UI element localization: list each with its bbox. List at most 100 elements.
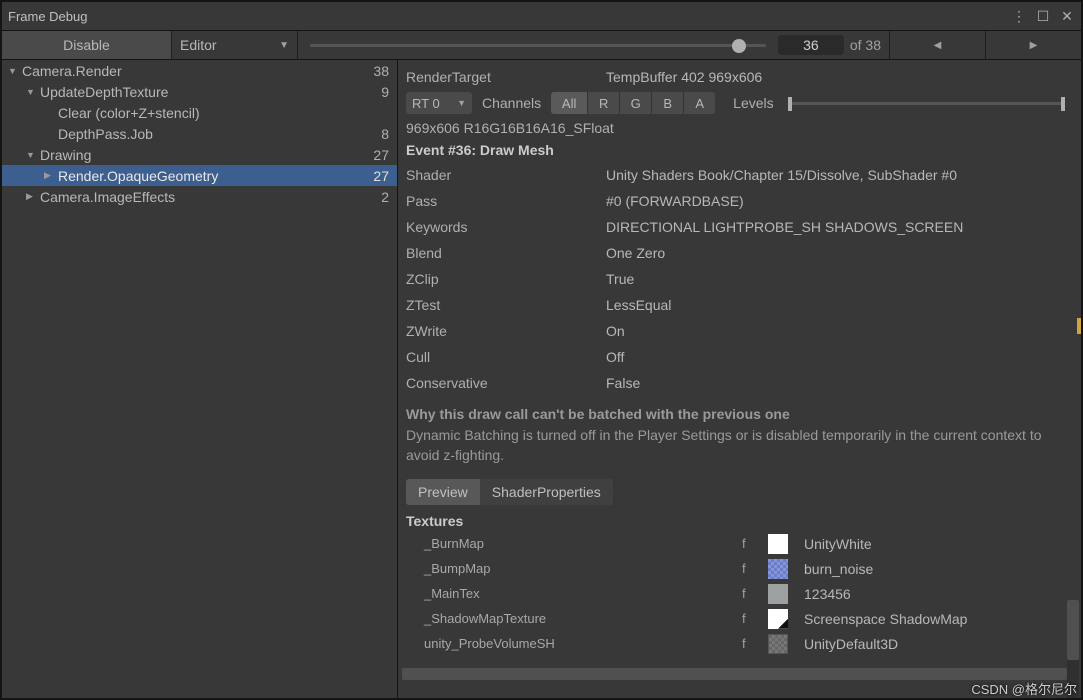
chevron-down-icon: ▼ — [279, 40, 289, 51]
channel-button-r[interactable]: R — [587, 92, 619, 114]
render-target-value: TempBuffer 402 969x606 — [606, 69, 762, 85]
tree-item-label: Clear (color+Z+stencil) — [58, 105, 389, 121]
expand-arrow-icon[interactable] — [26, 191, 38, 202]
tree-item[interactable]: DepthPass.Job8 — [2, 123, 397, 144]
details-panel: RenderTarget TempBuffer 402 969x606 RT 0… — [398, 60, 1081, 698]
detail-key: Blend — [406, 245, 606, 261]
window-controls: ⋮ ☐ ✕ — [1011, 8, 1075, 25]
detail-key: Keywords — [406, 219, 606, 235]
levels-slider[interactable] — [788, 102, 1065, 105]
slider-knob[interactable] — [732, 39, 746, 53]
texture-type: f — [742, 611, 768, 626]
texture-name: _BurnMap — [406, 536, 742, 551]
tree-item[interactable]: Drawing27 — [2, 144, 397, 165]
texture-value: Screenspace ShadowMap — [804, 611, 967, 627]
texture-swatch[interactable] — [768, 559, 788, 579]
channel-buttons: AllRGBA — [551, 92, 715, 114]
rendertarget-dropdown[interactable]: RT 0 ▼ — [406, 92, 472, 114]
close-icon[interactable]: ✕ — [1059, 8, 1075, 25]
detail-key: Pass — [406, 193, 606, 209]
channels-label: Channels — [482, 95, 541, 111]
levels-max-knob[interactable] — [1061, 97, 1065, 111]
detail-key: Conservative — [406, 375, 606, 391]
tab-shader-properties[interactable]: ShaderProperties — [480, 479, 613, 505]
chevron-down-icon: ▼ — [457, 98, 466, 108]
call-tree[interactable]: Camera.Render38UpdateDepthTexture9Clear … — [2, 60, 398, 698]
detail-value: True — [606, 271, 634, 287]
tree-item-count: 8 — [381, 126, 389, 142]
channel-button-g[interactable]: G — [619, 92, 651, 114]
tree-item[interactable]: Clear (color+Z+stencil) — [2, 102, 397, 123]
tree-item-count: 27 — [373, 168, 389, 184]
event-number-input[interactable] — [778, 35, 844, 55]
texture-type: f — [742, 636, 768, 651]
expand-arrow-icon[interactable] — [26, 150, 38, 160]
horizontal-scrollbar[interactable] — [402, 668, 1067, 680]
tree-item-count: 27 — [373, 147, 389, 163]
render-target-label: RenderTarget — [406, 69, 606, 85]
prev-event-button[interactable]: ◀ — [889, 31, 985, 59]
menu-icon[interactable]: ⋮ — [1011, 8, 1027, 25]
texture-type: f — [742, 561, 768, 576]
tree-item-label: Drawing — [40, 147, 373, 163]
side-marker — [1077, 318, 1081, 334]
editor-dropdown-label: Editor — [180, 37, 217, 53]
detail-value: Unity Shaders Book/Chapter 15/Dissolve, … — [606, 167, 957, 183]
detail-key: Shader — [406, 167, 606, 183]
texture-swatch[interactable] — [768, 634, 788, 654]
channel-button-a[interactable]: A — [683, 92, 715, 114]
tree-item[interactable]: Render.OpaqueGeometry27 — [2, 165, 397, 186]
window-title: Frame Debug — [8, 9, 87, 24]
channel-button-all[interactable]: All — [551, 92, 587, 114]
texture-swatch[interactable] — [768, 609, 788, 629]
expand-arrow-icon[interactable] — [8, 66, 20, 76]
texture-swatch[interactable] — [768, 584, 788, 604]
texture-row[interactable]: _ShadowMapTexturefScreenspace ShadowMap — [406, 606, 1073, 631]
texture-row[interactable]: _BurnMapfUnityWhite — [406, 531, 1073, 556]
title-bar: Frame Debug ⋮ ☐ ✕ — [2, 2, 1081, 30]
detail-key: Cull — [406, 349, 606, 365]
editor-dropdown[interactable]: Editor ▼ — [172, 31, 298, 59]
detail-value: #0 (FORWARDBASE) — [606, 193, 744, 209]
texture-swatch[interactable] — [768, 534, 788, 554]
texture-value: burn_noise — [804, 561, 873, 577]
texture-row[interactable]: _BumpMapf burn_noise — [406, 556, 1073, 581]
expand-arrow-icon[interactable] — [44, 170, 56, 181]
tree-item[interactable]: Camera.ImageEffects2 — [2, 186, 397, 207]
detail-value: DIRECTIONAL LIGHTPROBE_SH SHADOWS_SCREEN — [606, 219, 963, 235]
tree-item-label: Camera.ImageEffects — [40, 189, 381, 205]
expand-arrow-icon[interactable] — [26, 87, 38, 97]
textures-header: Textures — [406, 505, 1073, 531]
toolbar: Disable Editor ▼ of 38 ◀ ▶ — [2, 30, 1081, 60]
event-total-label: of 38 — [850, 37, 881, 53]
tab-preview[interactable]: Preview — [406, 479, 480, 505]
detail-value: Off — [606, 349, 624, 365]
texture-value: UnityDefault3D — [804, 636, 898, 652]
tree-item[interactable]: Camera.Render38 — [2, 60, 397, 81]
tree-item-label: UpdateDepthTexture — [40, 84, 381, 100]
tree-item[interactable]: UpdateDepthTexture9 — [2, 81, 397, 102]
watermark: CSDN @格尔尼尔 — [971, 679, 1077, 698]
maximize-icon[interactable]: ☐ — [1035, 8, 1051, 25]
texture-row[interactable]: _MainTexf123456 — [406, 581, 1073, 606]
texture-row[interactable]: unity_ProbeVolumeSHf UnityDefault3D — [406, 631, 1073, 656]
texture-name: _BumpMap — [406, 561, 742, 576]
next-event-button[interactable]: ▶ — [985, 31, 1081, 59]
batch-reason-title: Why this draw call can't be batched with… — [406, 396, 1073, 424]
batch-reason-text: Dynamic Batching is turned off in the Pl… — [406, 424, 1073, 473]
tree-item-label: Render.OpaqueGeometry — [58, 168, 373, 184]
texture-name: unity_ProbeVolumeSH — [406, 636, 742, 651]
tree-item-count: 2 — [381, 189, 389, 205]
channel-button-b[interactable]: B — [651, 92, 683, 114]
detail-value: LessEqual — [606, 297, 671, 313]
disable-button[interactable]: Disable — [2, 31, 172, 59]
tree-item-label: DepthPass.Job — [58, 126, 381, 142]
event-title: Event #36: Draw Mesh — [406, 140, 1073, 162]
levels-min-knob[interactable] — [788, 97, 792, 111]
detail-key: ZClip — [406, 271, 606, 287]
tree-item-count: 9 — [381, 84, 389, 100]
texture-value: UnityWhite — [804, 536, 872, 552]
detail-key: ZTest — [406, 297, 606, 313]
event-slider[interactable] — [310, 44, 766, 47]
detail-key: ZWrite — [406, 323, 606, 339]
